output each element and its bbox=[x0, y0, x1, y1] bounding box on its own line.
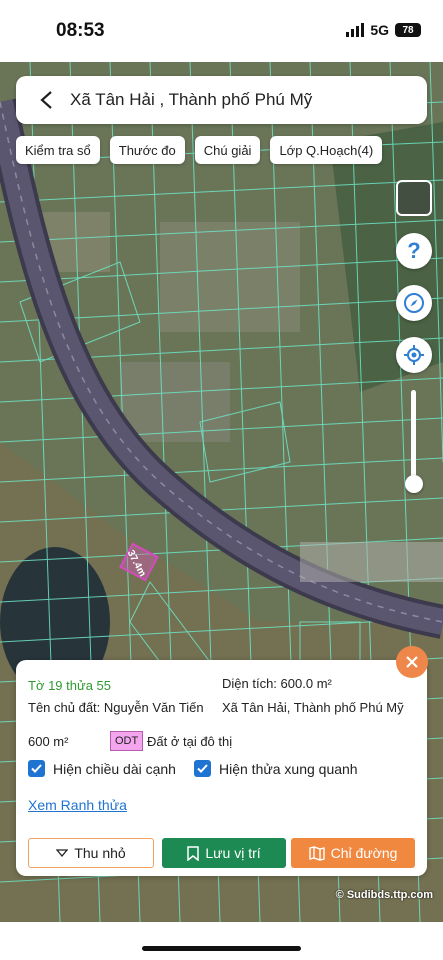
search-bar[interactable]: Xã Tân Hải , Thành phố Phú Mỹ bbox=[16, 76, 427, 124]
status-indicators: 5G 78 bbox=[346, 22, 421, 38]
area-value: 600.0 m² bbox=[280, 676, 332, 691]
parcel-id: Tờ 19 thửa 55 bbox=[28, 678, 111, 693]
status-time: 08:53 bbox=[56, 20, 105, 41]
area-label: Diện tích: bbox=[222, 676, 277, 691]
compass-button[interactable] bbox=[396, 285, 432, 321]
chip-legend[interactable]: Chú giải bbox=[194, 136, 261, 164]
chip-planning-layers[interactable]: Lớp Q.Hoạch(4) bbox=[270, 136, 383, 164]
bookmark-icon bbox=[187, 845, 200, 861]
chip-check-book[interactable]: Kiểm tra sổ bbox=[16, 136, 100, 164]
parcel-area: Diện tích: 600.0 m² bbox=[222, 676, 332, 691]
directions-label: Chỉ đường bbox=[330, 845, 398, 861]
close-card-button[interactable] bbox=[396, 646, 428, 678]
show-surrounding-label: Hiện thửa xung quanh bbox=[219, 760, 358, 777]
zoom-slider-thumb[interactable] bbox=[405, 475, 423, 493]
crosshair-icon bbox=[404, 345, 424, 365]
location-title: Xã Tân Hải , Thành phố Phú Mỹ bbox=[70, 90, 313, 109]
owner-label: Tên chủ đất: bbox=[28, 700, 101, 715]
home-indicator[interactable] bbox=[142, 946, 301, 951]
show-surrounding-toggle[interactable]: Hiện thửa xung quanh bbox=[194, 760, 358, 777]
checkbox-checked-icon[interactable] bbox=[194, 760, 211, 777]
parcel-info-card: Tờ 19 thửa 55 Diện tích: 600.0 m² Tên ch… bbox=[16, 660, 427, 876]
show-edge-length-label: Hiện chiều dài cạnh bbox=[53, 760, 176, 777]
land-size: 600 m² bbox=[28, 734, 69, 749]
network-label: 5G bbox=[370, 22, 389, 38]
save-location-label: Lưu vị trí bbox=[205, 845, 261, 861]
shrink-label: Thu nhỏ bbox=[74, 845, 126, 861]
help-icon: ? bbox=[407, 238, 421, 263]
back-arrow-icon[interactable] bbox=[26, 76, 66, 124]
zone-code-badge: ODT bbox=[110, 731, 144, 751]
signal-icon bbox=[346, 23, 365, 37]
close-icon bbox=[406, 656, 418, 668]
view-boundary-link[interactable]: Xem Ranh thửa bbox=[28, 797, 127, 813]
map-copyright: © Sudibds.ttp.com bbox=[335, 889, 433, 901]
status-bar: 08:53 5G 78 bbox=[0, 0, 443, 62]
owner-info: Tên chủ đất: Nguyễn Văn Tiến bbox=[28, 700, 204, 715]
map-layer-toggle[interactable] bbox=[396, 180, 432, 216]
battery-icon: 78 bbox=[395, 23, 421, 37]
chip-measure[interactable]: Thước đo bbox=[109, 136, 185, 164]
zoom-slider-track[interactable] bbox=[411, 390, 416, 486]
chevron-down-icon bbox=[56, 849, 69, 857]
map-tool-chips: Kiểm tra sổ Thước đo Chú giải Lớp Q.Hoạc… bbox=[16, 136, 383, 164]
owner-name: Nguyễn Văn Tiến bbox=[103, 700, 204, 715]
parcel-location: Xã Tân Hải, Thành phố Phú Mỹ bbox=[222, 700, 404, 715]
zone-description: Đất ở tại đô thị bbox=[147, 734, 233, 749]
help-button[interactable]: ? bbox=[396, 233, 432, 269]
show-edge-length-toggle[interactable]: Hiện chiều dài cạnh bbox=[28, 760, 176, 777]
directions-button[interactable]: Chỉ đường bbox=[291, 838, 415, 868]
my-location-button[interactable] bbox=[396, 337, 432, 373]
shrink-button[interactable]: Thu nhỏ bbox=[28, 838, 154, 868]
map-icon bbox=[308, 845, 325, 861]
save-location-button[interactable]: Lưu vị trí bbox=[162, 838, 286, 868]
compass-icon bbox=[404, 293, 424, 313]
checkbox-checked-icon[interactable] bbox=[28, 760, 45, 777]
